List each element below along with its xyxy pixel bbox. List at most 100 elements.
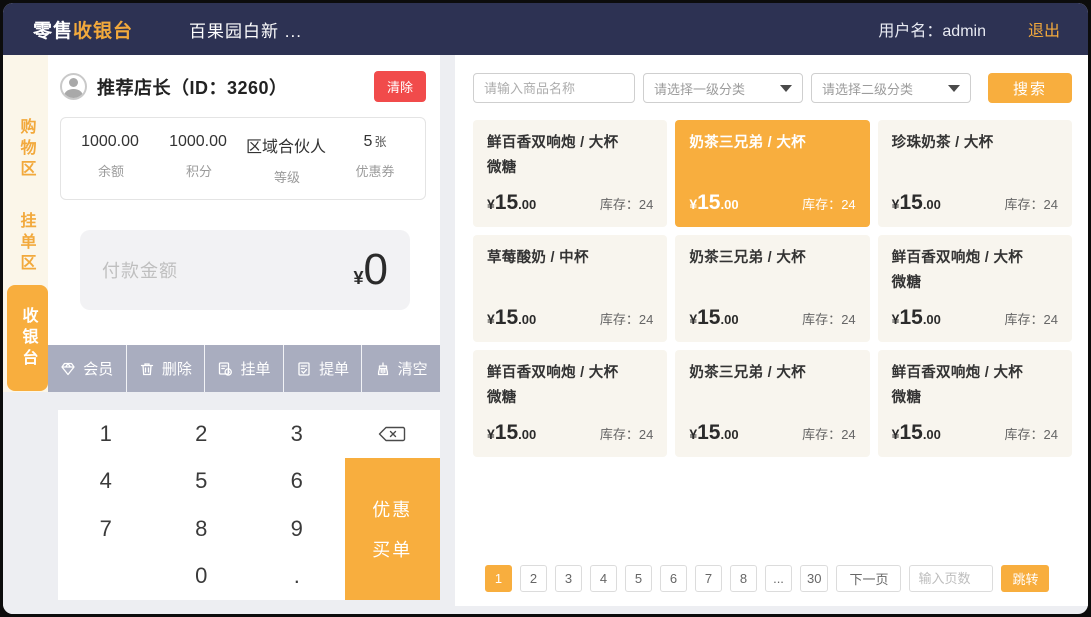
- currency-symbol: ¥: [892, 426, 900, 442]
- page-button-6[interactable]: 6: [660, 565, 687, 592]
- topbar: 零售收银台 百果园白新 ... 用户名：admin 退出: [3, 3, 1088, 55]
- page-button-30[interactable]: 30: [800, 565, 828, 592]
- stock-label: 库存：24: [802, 424, 855, 443]
- brand-cashier: 收银台: [73, 21, 133, 42]
- sidebar-tab-cashier-active[interactable]: 收银台: [7, 285, 48, 391]
- product-card[interactable]: 鲜百香双响炮 / 大杯微糖 ¥15.00库存：24: [878, 350, 1072, 457]
- member-avatar-icon: [60, 73, 87, 100]
- store-selector[interactable]: 百果园白新 ...: [189, 17, 302, 42]
- key-0[interactable]: 0: [154, 553, 250, 601]
- product-card-selected[interactable]: 奶茶三兄弟 / 大杯 ¥15.00库存：24: [675, 120, 869, 227]
- logout-button[interactable]: 退出: [1028, 17, 1060, 41]
- app-logo: 零售收银台: [33, 16, 133, 43]
- sidebar-tab-shopping[interactable]: 购物区: [3, 103, 48, 195]
- hold-order-button[interactable]: 挂单: [205, 345, 284, 392]
- key-3[interactable]: 3: [249, 410, 345, 458]
- page-ellipsis[interactable]: ...: [765, 565, 792, 592]
- pagination: 1 2 3 4 5 6 7 8 ... 30 下一页 跳转: [485, 565, 1049, 592]
- stock-label: 库存：24: [802, 309, 855, 328]
- stock-label: 库存：24: [600, 309, 653, 328]
- stat-points: 1000.00 积分: [155, 133, 243, 186]
- hold-order-icon: [217, 361, 233, 377]
- category2-select[interactable]: 请选择二级分类: [811, 73, 971, 103]
- product-card[interactable]: 鲜百香双响炮 / 大杯微糖 ¥15.00库存：24: [473, 350, 667, 457]
- next-page-button[interactable]: 下一页: [836, 565, 901, 592]
- member-payment-panel: 推荐店长（ID：3260） 清除 1000.00 余额 1000.00 积分 区…: [48, 55, 440, 345]
- retrieve-order-button[interactable]: 提单: [284, 345, 363, 392]
- product-card[interactable]: 珍珠奶茶 / 大杯 ¥15.00库存：24: [878, 120, 1072, 227]
- product-card[interactable]: 鲜百香双响炮 / 大杯微糖 ¥15.00库存：24: [473, 120, 667, 227]
- stat-coupons-value: 5: [364, 133, 373, 150]
- window-frame: 零售收银台 百果园白新 ... 用户名：admin 退出 购物区 挂单区 收银台…: [0, 0, 1091, 617]
- member-row: 推荐店长（ID：3260） 清除: [60, 71, 426, 102]
- delete-button[interactable]: 删除: [127, 345, 206, 392]
- page-button-5[interactable]: 5: [625, 565, 652, 592]
- jump-button[interactable]: 跳转: [1001, 565, 1049, 592]
- key-4[interactable]: 4: [58, 458, 154, 506]
- stat-level-label: 等级: [243, 167, 331, 186]
- page-button-4[interactable]: 4: [590, 565, 617, 592]
- numeric-keypad: 1 2 3 4 5 6 7 8 9 0 . 优惠 买单: [58, 410, 440, 600]
- key-dot[interactable]: .: [249, 553, 345, 601]
- clear-cart-button[interactable]: 清空: [362, 345, 440, 392]
- product-panel: 请选择一级分类 请选择二级分类 搜索 鲜百香双响炮 / 大杯微糖 ¥15.00库…: [455, 55, 1088, 606]
- stock-label: 库存：24: [1005, 309, 1058, 328]
- page-button-3[interactable]: 3: [555, 565, 582, 592]
- keypad-zone: 1 2 3 4 5 6 7 8 9 0 . 优惠 买单: [48, 392, 440, 614]
- key-1[interactable]: 1: [58, 410, 154, 458]
- stock-label: 库存：24: [1005, 194, 1058, 213]
- discount-pay-button[interactable]: 优惠 买单: [345, 458, 441, 601]
- backspace-icon: [377, 425, 407, 443]
- panel-divider: [440, 55, 455, 614]
- page-button-8[interactable]: 8: [730, 565, 757, 592]
- product-card[interactable]: 奶茶三兄弟 / 大杯 ¥15.00库存：24: [675, 235, 869, 342]
- key-8[interactable]: 8: [154, 505, 250, 553]
- chevron-down-icon: [948, 85, 960, 92]
- search-button[interactable]: 搜索: [988, 73, 1072, 103]
- product-card[interactable]: 鲜百香双响炮 / 大杯微糖 ¥15.00库存：24: [878, 235, 1072, 342]
- brand-retail: 零售: [33, 21, 73, 42]
- key-5[interactable]: 5: [154, 458, 250, 506]
- page-number-input[interactable]: [909, 565, 993, 592]
- backspace-key[interactable]: [345, 410, 441, 458]
- currency-symbol: ¥: [689, 311, 697, 327]
- trash-icon: [139, 361, 155, 377]
- stat-balance-label: 余额: [67, 161, 155, 180]
- currency-symbol: ¥: [487, 426, 495, 442]
- pos-app: 零售收银台 百果园白新 ... 用户名：admin 退出 购物区 挂单区 收银台…: [3, 3, 1088, 614]
- sidebar-rail: 购物区 挂单区 收银台: [3, 55, 48, 614]
- member-button[interactable]: 会员: [48, 345, 127, 392]
- stock-label: 库存：24: [802, 194, 855, 213]
- clear-member-button[interactable]: 清除: [374, 71, 426, 102]
- stock-label: 库存：24: [600, 424, 653, 443]
- key-9[interactable]: 9: [249, 505, 345, 553]
- currency-symbol: ¥: [487, 311, 495, 327]
- stock-label: 库存：24: [600, 194, 653, 213]
- product-card[interactable]: 奶茶三兄弟 / 大杯 ¥15.00库存：24: [675, 350, 869, 457]
- currency-symbol: ¥: [689, 196, 697, 212]
- payment-amount-field[interactable]: 付款金额 ¥ 0: [80, 230, 410, 310]
- retrieve-order-icon: [296, 361, 312, 377]
- diamond-icon: [60, 361, 76, 377]
- key-7[interactable]: 7: [58, 505, 154, 553]
- payment-value: ¥ 0: [354, 248, 389, 292]
- payment-placeholder: 付款金额: [102, 257, 178, 283]
- key-6[interactable]: 6: [249, 458, 345, 506]
- currency-symbol: ¥: [354, 268, 364, 289]
- page-button-7[interactable]: 7: [695, 565, 722, 592]
- page-button-1[interactable]: 1: [485, 565, 512, 592]
- stat-balance-value: 1000.00: [81, 133, 139, 150]
- product-grid: 鲜百香双响炮 / 大杯微糖 ¥15.00库存：24 奶茶三兄弟 / 大杯 ¥15…: [473, 120, 1072, 457]
- chevron-down-icon: [780, 85, 792, 92]
- currency-symbol: ¥: [892, 311, 900, 327]
- category1-select[interactable]: 请选择一级分类: [643, 73, 803, 103]
- key-2[interactable]: 2: [154, 410, 250, 458]
- member-stats-card: 1000.00 余额 1000.00 积分 区域合伙人 等级 5张 优惠券: [60, 117, 426, 200]
- currency-symbol: ¥: [487, 196, 495, 212]
- main-area: 购物区 挂单区 收银台 推荐店长（ID：3260） 清除 1000.00 余额: [3, 55, 1088, 614]
- sidebar-tab-held-orders[interactable]: 挂单区: [3, 197, 48, 289]
- product-name-input[interactable]: [473, 73, 635, 103]
- product-card[interactable]: 草莓酸奶 / 中杯 ¥15.00库存：24: [473, 235, 667, 342]
- currency-symbol: ¥: [689, 426, 697, 442]
- page-button-2[interactable]: 2: [520, 565, 547, 592]
